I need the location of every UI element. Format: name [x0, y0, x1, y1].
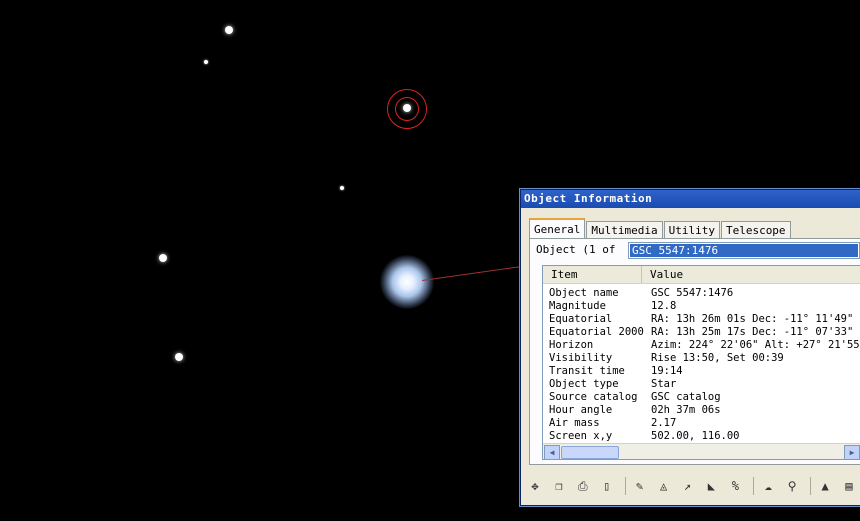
tab-general[interactable]: General — [529, 218, 586, 240]
tab-telescope[interactable]: Telescope — [720, 221, 791, 239]
column-item[interactable]: Item — [543, 266, 642, 283]
pointer-line — [422, 266, 522, 281]
print-icon[interactable]: ⎙ — [573, 476, 593, 496]
star[interactable] — [204, 60, 208, 64]
toolbar-separator — [810, 477, 812, 495]
list-header: Item Value — [543, 266, 860, 284]
percent-icon[interactable]: % — [725, 476, 745, 496]
info-list[interactable]: Item Value Object name GSC 5547:1476 Magn… — [542, 265, 860, 460]
object-select-value: GSC 5547:1476 — [630, 244, 858, 257]
list-item[interactable]: Object type Star — [543, 378, 860, 391]
star[interactable] — [159, 254, 167, 262]
window-title[interactable]: Object Information — [521, 190, 860, 208]
object-label: Object (1 of — [536, 243, 616, 256]
star[interactable] — [225, 26, 233, 34]
up-icon[interactable]: ▲ — [815, 476, 835, 496]
bright-star[interactable] — [380, 255, 434, 309]
copy-icon[interactable]: ❐ — [549, 476, 569, 496]
list-item[interactable]: Equatorial 2000 RA: 13h 25m 17s Dec: -11°… — [543, 326, 860, 339]
pencil-icon[interactable]: ✎ — [630, 476, 650, 496]
list-rows: Object name GSC 5547:1476 Magnitude 12.8 E… — [543, 287, 860, 443]
cloud-icon[interactable]: ☁ — [758, 476, 778, 496]
object-select[interactable]: GSC 5547:1476 — [628, 242, 860, 259]
scroll-right-icon[interactable]: ▶ — [844, 445, 860, 459]
tab-utility[interactable]: Utility — [663, 221, 720, 239]
target-ring-inner — [395, 97, 419, 121]
scroll-thumb[interactable] — [561, 446, 619, 459]
tab-bar: General Multimedia Utility Telescope — [529, 218, 792, 240]
graph-icon[interactable]: ◣ — [701, 476, 721, 496]
chart-icon[interactable]: ◬ — [654, 476, 674, 496]
list-item[interactable]: Hour angle 02h 37m 06s — [543, 404, 860, 417]
list-item[interactable]: Horizon Azim: 224° 22'06" Alt: +27° 21'55… — [543, 339, 860, 352]
toolbar-separator — [624, 477, 626, 495]
list-item[interactable]: Equatorial RA: 13h 26m 01s Dec: -11° 11'4… — [543, 313, 860, 326]
list-item[interactable]: Screen x,y 502.00, 116.00 — [543, 430, 860, 443]
toolbar: ✥ ❐ ⎙ ▯ ✎ ◬ ↗ ◣ % ☁ ⚲ ▲ ▤ — [525, 473, 860, 499]
find-icon[interactable]: ⚲ — [782, 476, 802, 496]
folder-icon[interactable]: ▤ — [839, 476, 859, 496]
star[interactable] — [175, 353, 183, 361]
column-value[interactable]: Value — [642, 266, 860, 283]
arrow-icon[interactable]: ↗ — [678, 476, 698, 496]
star[interactable] — [340, 186, 344, 190]
list-item[interactable]: Visibility Rise 13:50, Set 00:39 — [543, 352, 860, 365]
object-information-window: Object Information General Multimedia Ut… — [520, 189, 860, 506]
scroll-left-icon[interactable]: ◀ — [544, 445, 560, 459]
list-item[interactable]: Air mass 2.17 — [543, 417, 860, 430]
tab-multimedia[interactable]: Multimedia — [586, 221, 663, 239]
book-icon[interactable]: ▯ — [597, 476, 617, 496]
list-item[interactable]: Transit time 19:14 — [543, 365, 860, 378]
list-item[interactable]: Magnitude 12.8 — [543, 300, 860, 313]
toolbar-separator — [753, 477, 755, 495]
horizontal-scrollbar[interactable]: ◀ ▶ — [543, 443, 860, 459]
center-icon[interactable]: ✥ — [525, 476, 545, 496]
general-panel: Object (1 of GSC 5547:1476 Item Value Ob… — [529, 238, 860, 465]
list-item[interactable]: Source catalog GSC catalog — [543, 391, 860, 404]
list-item[interactable]: Object name GSC 5547:1476 — [543, 287, 860, 300]
